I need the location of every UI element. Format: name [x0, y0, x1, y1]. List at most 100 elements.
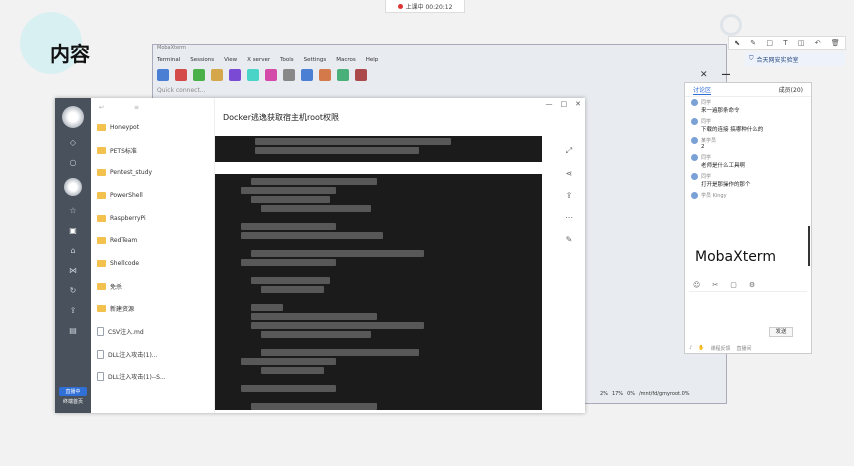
list-item[interactable]: Shellcode: [91, 252, 214, 275]
list-item[interactable]: DLL注入攻击(1)...: [91, 343, 214, 366]
help-icon[interactable]: [355, 69, 367, 81]
list-item[interactable]: 免杀: [91, 275, 214, 298]
chat-tabs: 讨论区 成员(20): [685, 83, 811, 97]
more-icon[interactable]: ⋯: [565, 213, 573, 222]
close-icon[interactable]: ✕: [700, 70, 708, 80]
pointer-icon[interactable]: ⬉: [734, 39, 740, 47]
annotation-toolbar: ⬉ ✎ □ T ◫ ↶ 🗑: [728, 36, 846, 50]
games-icon[interactable]: [211, 69, 223, 81]
file-name: RedTeam: [110, 237, 138, 245]
servers-icon[interactable]: [175, 69, 187, 81]
menu-help[interactable]: Help: [366, 57, 379, 63]
quick-connect-input[interactable]: Quick connect...: [157, 87, 217, 97]
menu-settings[interactable]: Settings: [304, 57, 327, 63]
upload-icon[interactable]: ⇪: [68, 306, 78, 316]
record-dot-icon: [397, 3, 403, 9]
view-icon[interactable]: [247, 69, 259, 81]
send-button[interactable]: 发送: [769, 327, 793, 337]
mic-icon[interactable]: ♪: [689, 345, 692, 352]
code-block[interactable]: [215, 136, 542, 162]
folder-icon: [97, 237, 106, 245]
menu-view[interactable]: View: [224, 57, 237, 63]
trash-icon[interactable]: ▤: [68, 326, 78, 336]
undo-icon[interactable]: ↶: [815, 39, 821, 47]
share-icon[interactable]: ⋈: [68, 266, 78, 276]
list-item[interactable]: RedTeam: [91, 229, 214, 252]
multiexec-icon[interactable]: [283, 69, 295, 81]
app-sidebar: ◇ ○ ☆ ▣ ⌂ ⋈ ↻ ⇪ ▤ 直播中 终端首页: [55, 98, 91, 413]
recording-label: 上课中 00:20:12: [405, 3, 453, 11]
tab-discussion[interactable]: 讨论区: [693, 85, 712, 95]
session-icon[interactable]: [157, 69, 169, 81]
file-name: 新建资源: [110, 306, 135, 314]
menu-tools[interactable]: Tools: [280, 57, 294, 63]
list-item[interactable]: Pentest_study: [91, 161, 214, 184]
scissors-icon[interactable]: ✂: [712, 281, 718, 289]
packages-icon[interactable]: [319, 69, 331, 81]
user-avatar-icon: [691, 154, 698, 161]
live-badge[interactable]: 直播中: [59, 387, 87, 396]
image-icon[interactable]: ▢: [730, 281, 737, 289]
search-icon[interactable]: ○: [68, 158, 78, 168]
document-area: — □ ✕ Docker逃逸获取宿主机root权限 ⤢ ⋖ ⇪ ⋯ ✎: [215, 98, 585, 413]
export-icon[interactable]: ⇪: [566, 191, 573, 200]
list-item[interactable]: Honeypot: [91, 116, 214, 139]
text-icon[interactable]: T: [783, 39, 787, 47]
list-item[interactable]: CSV注入.md: [91, 320, 214, 343]
add-icon[interactable]: [64, 178, 82, 196]
refresh-icon[interactable]: ↻: [68, 286, 78, 296]
tab-members[interactable]: 成员(20): [779, 85, 803, 94]
trash-icon[interactable]: 🗑: [831, 39, 840, 47]
file-name: Honeypot: [110, 123, 140, 131]
tag-icon[interactable]: ⌂: [68, 246, 78, 256]
list-item[interactable]: PETS标准: [91, 139, 214, 162]
settings-icon[interactable]: ⚙: [749, 281, 755, 289]
back-icon[interactable]: ↩: [99, 104, 104, 111]
maximize-icon[interactable]: □: [561, 100, 568, 108]
footer-live[interactable]: 直播间: [736, 345, 751, 352]
footer-feedback[interactable]: 课程反馈: [710, 345, 730, 352]
menu-sessions[interactable]: Sessions: [190, 57, 214, 63]
list-item[interactable]: RaspberryPi: [91, 207, 214, 230]
edit-icon[interactable]: ✎: [566, 235, 573, 244]
sessions-icon[interactable]: [229, 69, 241, 81]
folder-icon[interactable]: ▣: [68, 226, 78, 236]
menu-macros[interactable]: Macros: [336, 57, 356, 63]
list-item[interactable]: 新建资源: [91, 298, 214, 321]
compass-icon[interactable]: ◇: [68, 138, 78, 148]
file-name: 免杀: [110, 283, 123, 291]
mobaxterm-overlay-text: MobaXterm: [695, 249, 776, 265]
menu-terminal[interactable]: Terminal: [157, 57, 180, 63]
document-icon: [97, 372, 104, 382]
file-name: Pentest_study: [110, 169, 153, 177]
rectangle-icon[interactable]: □: [766, 39, 773, 47]
tunneling-icon[interactable]: [301, 69, 313, 81]
recording-indicator[interactable]: 上课中 00:20:12: [385, 0, 465, 13]
close-icon[interactable]: ✕: [575, 100, 581, 108]
fullscreen-icon[interactable]: ⤢: [566, 146, 572, 156]
code-block[interactable]: [215, 174, 542, 410]
user-name: 学员 Kingy: [701, 193, 727, 199]
tools-icon[interactable]: [193, 69, 205, 81]
menu-xserver[interactable]: X server: [247, 57, 270, 63]
split-icon[interactable]: [265, 69, 277, 81]
emoji-icon[interactable]: ☺: [693, 281, 700, 289]
pen-icon[interactable]: ✎: [750, 39, 756, 47]
folder-icon: [97, 259, 106, 267]
settings-icon[interactable]: [337, 69, 349, 81]
user-avatar-icon: [691, 118, 698, 125]
file-name: DLL注入攻击(1)--S...: [108, 374, 166, 382]
share-icon[interactable]: ⋖: [566, 169, 573, 178]
list-item[interactable]: DLL注入攻击(1)--S...: [91, 366, 214, 389]
file-name: CSV注入.md: [108, 329, 144, 337]
minimize-icon[interactable]: —: [722, 70, 731, 80]
avatar[interactable]: [62, 106, 84, 128]
hand-icon[interactable]: ✋: [698, 345, 704, 352]
chat-panel: 讨论区 成员(20) 同学 来一遍那条命令 同学 下载的连接 搞哪种什么的 某学员 2 同学…: [684, 82, 812, 354]
eraser-icon[interactable]: ◫: [798, 39, 805, 47]
star-icon[interactable]: ☆: [68, 206, 78, 216]
minimize-icon[interactable]: —: [546, 100, 553, 108]
list-item[interactable]: PowerShell: [91, 184, 214, 207]
sort-icon[interactable]: ≡: [134, 104, 139, 111]
chat-scrollbar[interactable]: [808, 226, 810, 266]
